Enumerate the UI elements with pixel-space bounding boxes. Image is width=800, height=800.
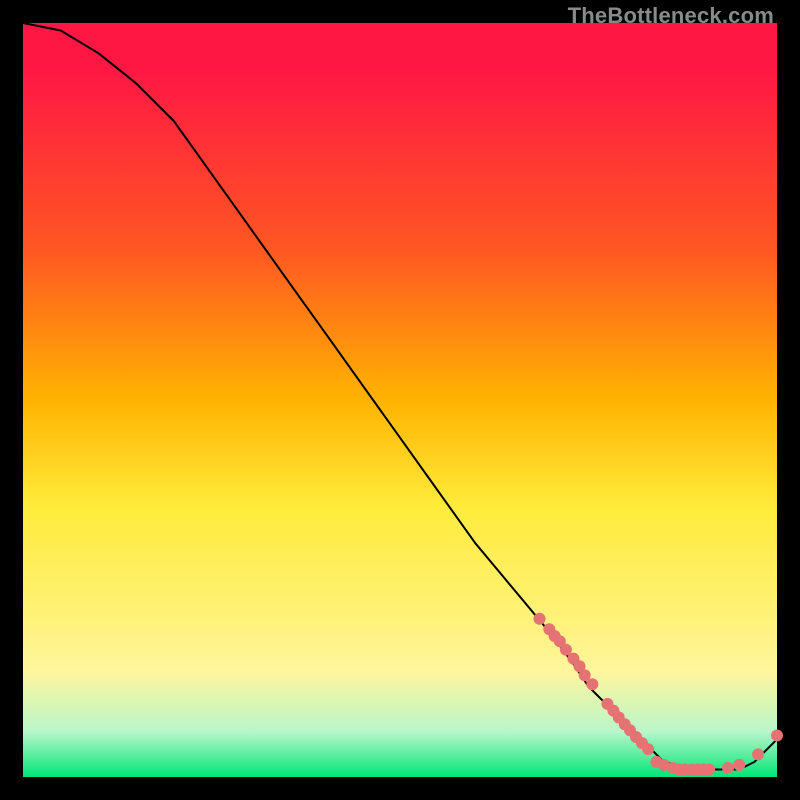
watermark-label: TheBottleneck.com — [568, 3, 774, 29]
data-point — [642, 743, 654, 755]
data-point — [534, 613, 546, 625]
data-point-clusters — [534, 613, 784, 776]
data-point — [586, 678, 598, 690]
bottleneck-curve — [23, 23, 777, 770]
plot-area — [23, 23, 777, 777]
data-point — [733, 759, 745, 771]
data-point — [722, 762, 734, 774]
data-point — [771, 730, 783, 742]
data-point — [752, 748, 764, 760]
data-point — [703, 764, 715, 776]
curve-layer — [23, 23, 777, 777]
chart-stage: TheBottleneck.com — [0, 0, 800, 800]
